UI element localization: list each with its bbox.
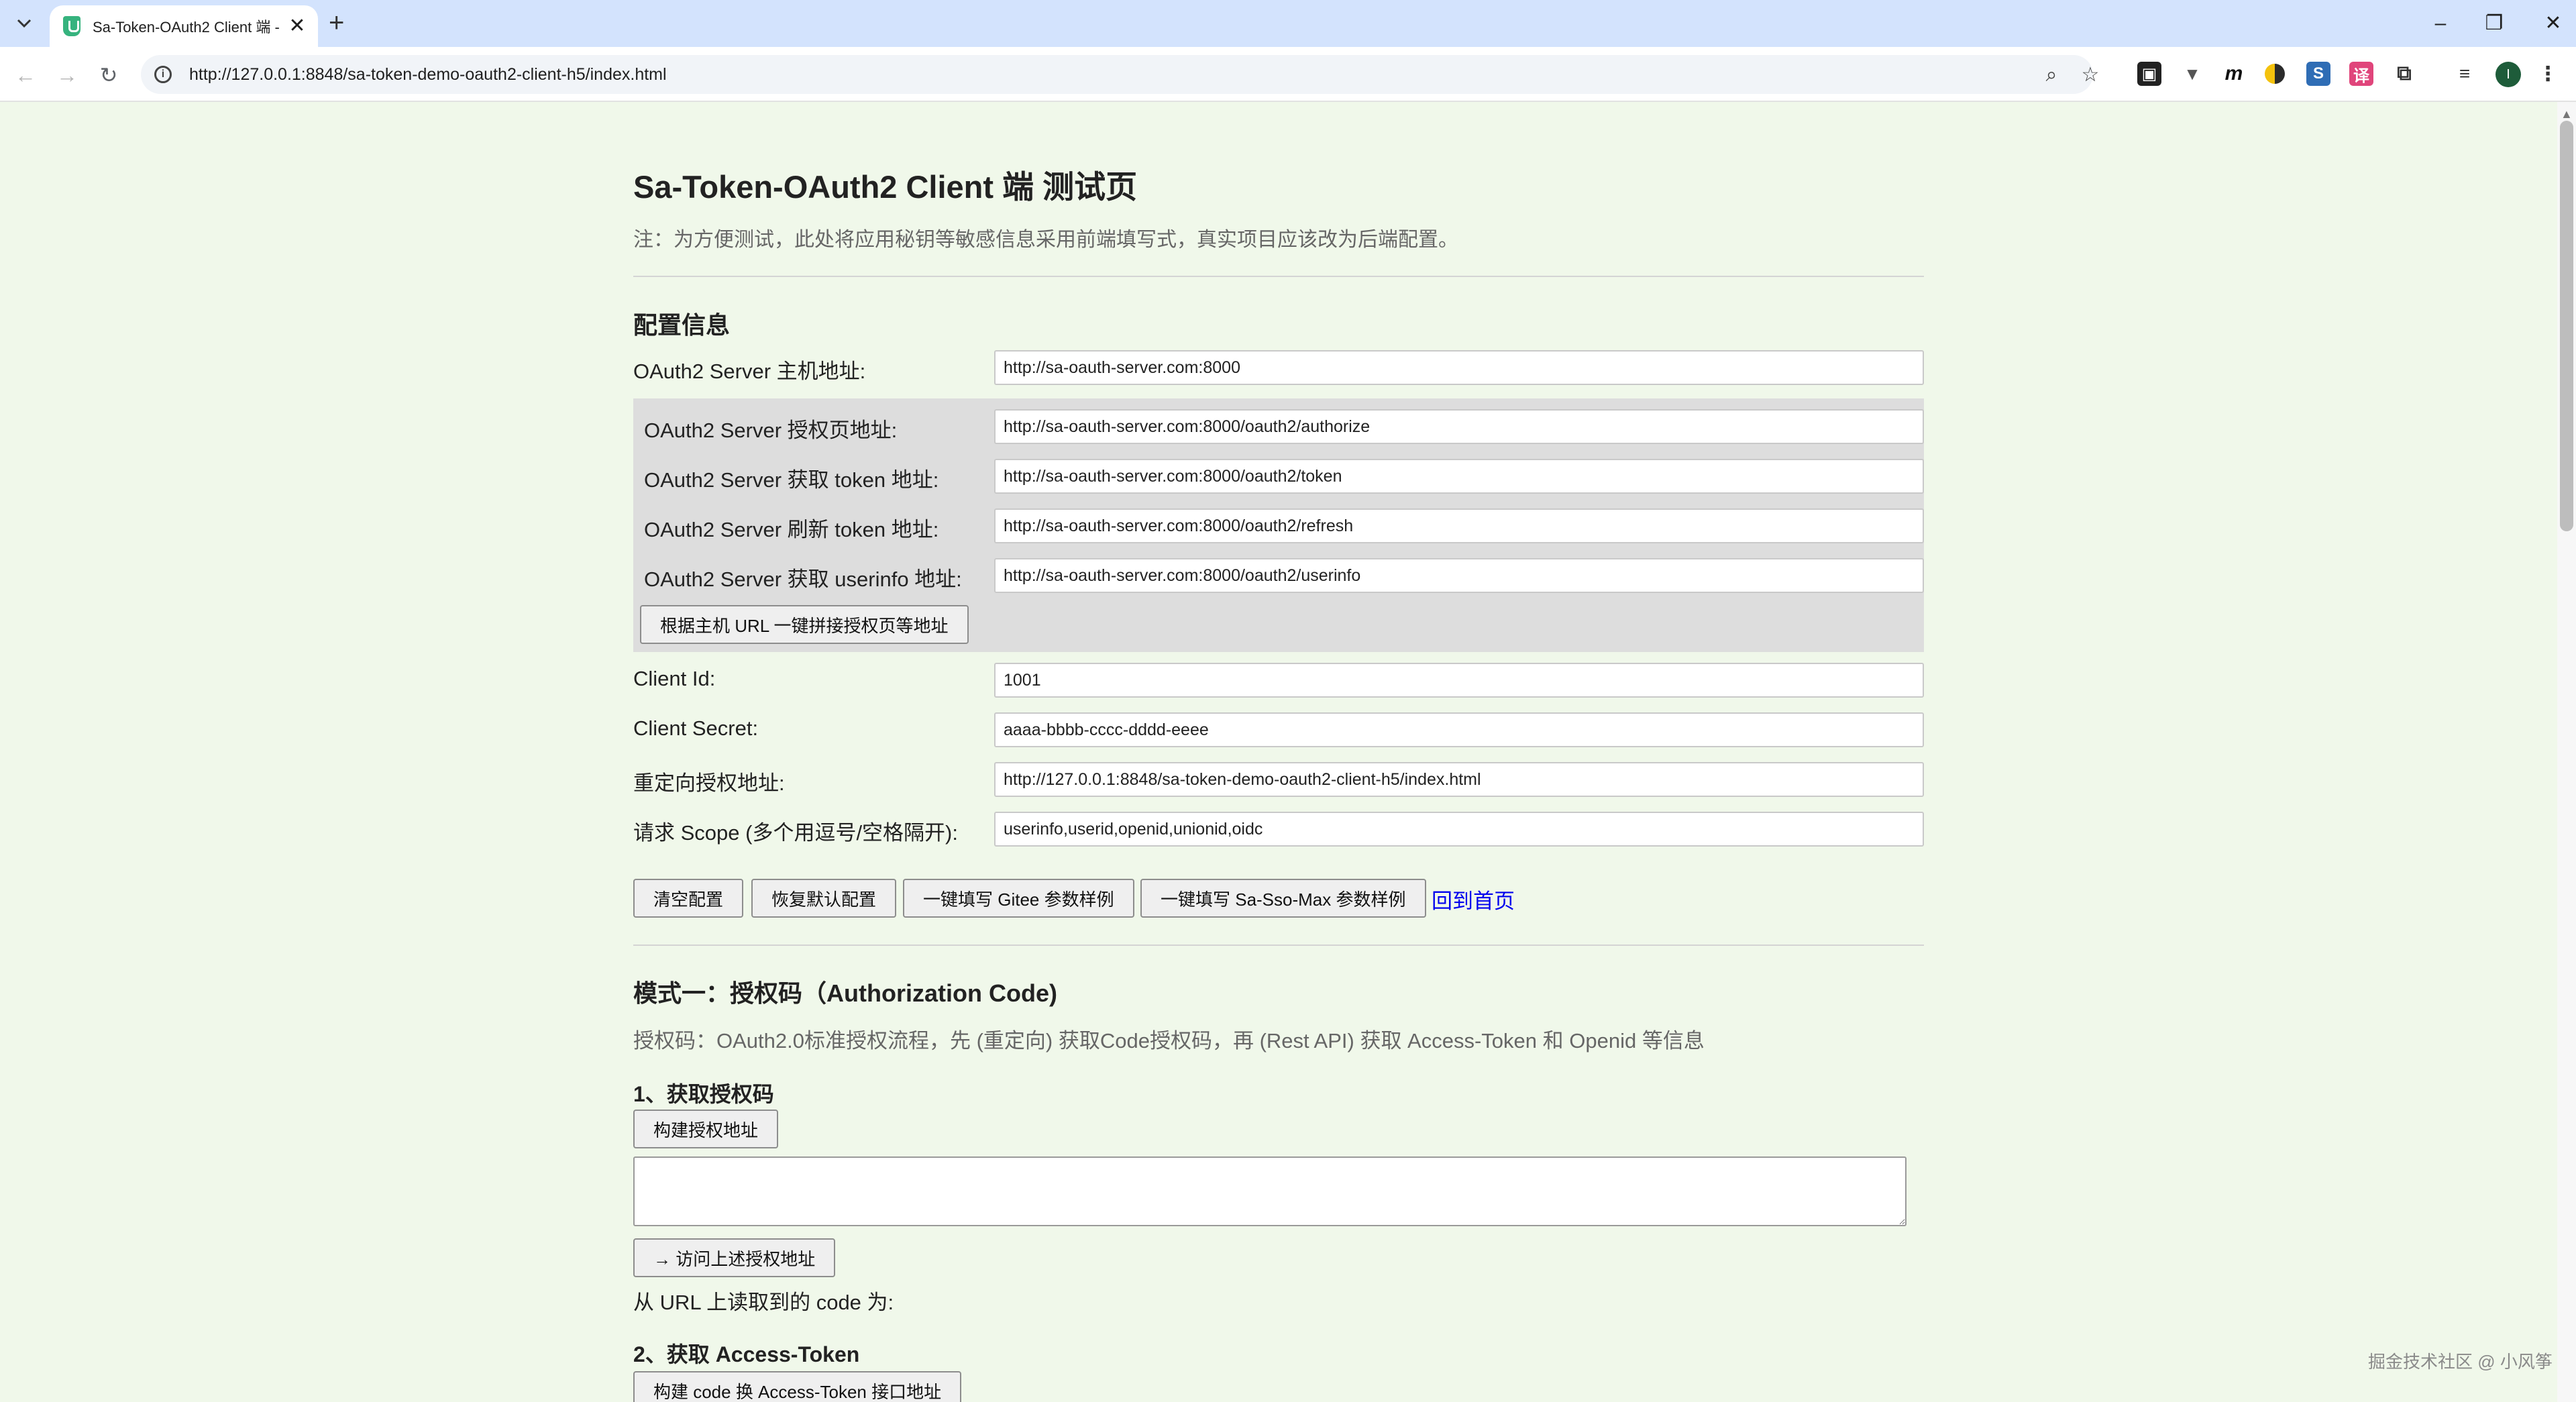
auth-url-textarea[interactable] bbox=[633, 1156, 1907, 1226]
watermark: 掘金技术社区 @ 小风筝 bbox=[2368, 1352, 2553, 1372]
address-bar[interactable]: i http://127.0.0.1:8848/sa-token-demo-oa… bbox=[141, 55, 2099, 94]
mode1-heading: 模式一：授权码（Authorization Code) bbox=[633, 979, 1057, 1007]
visit-auth-url-button[interactable]: → 访问上述授权地址 bbox=[633, 1238, 836, 1277]
client-secret-input[interactable] bbox=[994, 712, 1924, 747]
server-host-label: OAuth2 Server 主机地址: bbox=[633, 360, 866, 383]
tab-search-button[interactable] bbox=[8, 8, 40, 39]
back-icon[interactable]: ← bbox=[11, 60, 40, 90]
redirect-url-input[interactable] bbox=[994, 762, 1924, 797]
divider bbox=[633, 945, 1924, 946]
browser-toolbar: ← → ↻ i http://127.0.0.1:8848/sa-token-d… bbox=[0, 47, 2576, 102]
fill-gitee-button[interactable]: 一键填写 Gitee 参数样例 bbox=[903, 879, 1134, 918]
server-host-input[interactable] bbox=[994, 350, 1924, 385]
extension-m-icon[interactable]: m bbox=[2222, 62, 2246, 86]
fill-sso-max-button[interactable]: 一键填写 Sa-Sso-Max 参数样例 bbox=[1140, 879, 1426, 918]
forward-icon[interactable]: → bbox=[52, 60, 82, 90]
active-tab[interactable]: Sa-Token-OAuth2 Client 端 - ✕ bbox=[50, 5, 318, 47]
profile-avatar[interactable]: I bbox=[2496, 62, 2521, 87]
build-auth-url-button[interactable]: 构建授权地址 bbox=[633, 1110, 779, 1148]
bookmark-star-icon[interactable]: ☆ bbox=[2076, 62, 2105, 89]
token-url-label: OAuth2 Server 获取 token 地址: bbox=[644, 468, 939, 492]
scrollbar-thumb[interactable] bbox=[2560, 121, 2573, 531]
restore-icon[interactable]: ❐ bbox=[2474, 7, 2514, 40]
extension-translate-icon[interactable]: 译 bbox=[2349, 62, 2373, 86]
extensions-puzzle-icon[interactable]: ⧉ bbox=[2392, 62, 2416, 86]
menu-more-icon[interactable]: ⋮ bbox=[2536, 62, 2560, 86]
refresh-url-label: OAuth2 Server 刷新 token 地址: bbox=[644, 518, 939, 541]
back-home-link[interactable]: 回到首页 bbox=[1432, 884, 1515, 914]
clear-config-button[interactable]: 清空配置 bbox=[633, 879, 744, 918]
window-close-icon[interactable]: ✕ bbox=[2533, 7, 2573, 40]
config-heading: 配置信息 bbox=[633, 311, 731, 339]
extension-screenshot-icon[interactable]: ▣ bbox=[2137, 62, 2161, 86]
restore-default-button[interactable]: 恢复默认配置 bbox=[751, 879, 897, 918]
divider bbox=[633, 276, 1924, 277]
code-read-label: 从 URL 上读取到的 code 为: bbox=[633, 1291, 894, 1314]
url-text[interactable]: http://127.0.0.1:8848/sa-token-demo-oaut… bbox=[189, 65, 667, 85]
scope-input[interactable] bbox=[994, 812, 1924, 847]
reading-list-icon[interactable]: ≡ bbox=[2453, 62, 2477, 86]
build-token-url-button[interactable]: 构建 code 换 Access-Token 接口地址 bbox=[633, 1371, 962, 1402]
refresh-url-input[interactable] bbox=[994, 508, 1924, 543]
tab-close-icon[interactable]: ✕ bbox=[286, 15, 309, 38]
scope-label: 请求 Scope (多个用逗号/空格隔开): bbox=[633, 821, 958, 845]
config-note: 注：为方便测试，此处将应用秘钥等敏感信息采用前端填写式，真实项目应该改为后端配置… bbox=[633, 229, 1458, 251]
reload-icon[interactable]: ↻ bbox=[94, 60, 123, 90]
userinfo-url-label: OAuth2 Server 获取 userinfo 地址: bbox=[644, 568, 962, 591]
extension-darkmode-icon[interactable] bbox=[2265, 64, 2285, 84]
minimize-icon[interactable]: – bbox=[2420, 7, 2461, 40]
scroll-up-arrow-icon[interactable]: ▲ bbox=[2561, 107, 2573, 121]
authorize-url-input[interactable] bbox=[994, 409, 1924, 444]
client-id-label: Client Id: bbox=[633, 667, 716, 690]
mode1-description: 授权码：OAuth2.0标准授权流程，先 (重定向) 获取Code授权码，再 (… bbox=[633, 1029, 1705, 1053]
chevron-down-icon bbox=[17, 19, 32, 28]
client-secret-label: Client Secret: bbox=[633, 716, 759, 740]
redirect-url-label: 重定向授权地址: bbox=[633, 771, 785, 795]
site-favicon-icon bbox=[63, 16, 80, 36]
new-tab-button[interactable]: + bbox=[329, 9, 344, 36]
token-url-input[interactable] bbox=[994, 459, 1924, 494]
browser-tab-strip: Sa-Token-OAuth2 Client 端 - ✕ + – ❐ ✕ bbox=[0, 0, 2576, 47]
step2-heading: 2、获取 Access-Token bbox=[633, 1342, 860, 1366]
page-title: Sa-Token-OAuth2 Client 端 测试页 bbox=[633, 169, 1138, 205]
extension-vue-icon[interactable]: ▼ bbox=[2180, 62, 2204, 86]
userinfo-url-input[interactable] bbox=[994, 558, 1924, 593]
step1-heading: 1、获取授权码 bbox=[633, 1082, 774, 1106]
client-id-input[interactable] bbox=[994, 663, 1924, 698]
zoom-icon[interactable]: ⌕ bbox=[2037, 62, 2066, 89]
extension-s-icon[interactable]: S bbox=[2306, 62, 2330, 86]
site-info-icon[interactable]: i bbox=[154, 66, 172, 83]
authorize-url-label: OAuth2 Server 授权页地址: bbox=[644, 419, 898, 442]
tab-title: Sa-Token-OAuth2 Client 端 - bbox=[93, 19, 280, 36]
build-urls-button[interactable]: 根据主机 URL 一键拼接授权页等地址 bbox=[640, 605, 969, 644]
